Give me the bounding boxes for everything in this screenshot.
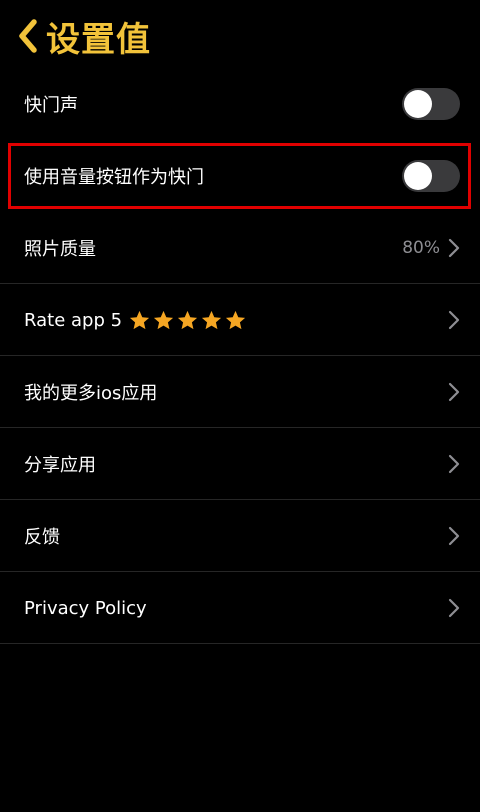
shutter-sound-toggle[interactable]	[402, 88, 460, 120]
privacy-policy-label: Privacy Policy	[24, 597, 147, 619]
setting-row-shutter-sound: 快门声	[0, 68, 480, 140]
chevron-left-icon	[19, 19, 37, 53]
chevron-right-icon	[448, 598, 460, 618]
feedback-label: 反馈	[24, 527, 60, 548]
star-icon	[177, 310, 198, 329]
setting-row-more-apps[interactable]: 我的更多ios应用	[0, 356, 480, 428]
setting-row-rate-app[interactable]: Rate app 5	[0, 284, 480, 356]
setting-row-privacy-policy[interactable]: Privacy Policy	[0, 572, 480, 644]
list-end-divider	[0, 643, 480, 644]
star-icon	[225, 310, 246, 329]
setting-row-share-app[interactable]: 分享应用	[0, 428, 480, 500]
shutter-sound-label: 快门声	[24, 95, 78, 116]
setting-row-volume-shutter: 使用音量按钮作为快门	[0, 140, 480, 212]
star-icon	[129, 310, 150, 329]
back-button[interactable]	[14, 16, 40, 56]
rating-stars	[128, 309, 247, 332]
navigation-header: 设置值	[0, 0, 480, 72]
chevron-right-icon	[448, 238, 460, 258]
volume-shutter-label: 使用音量按钮作为快门	[24, 167, 204, 188]
toggle-knob	[404, 162, 432, 190]
chevron-right-icon	[448, 526, 460, 546]
chevron-right-icon	[448, 454, 460, 474]
photo-quality-label: 照片质量	[24, 239, 96, 260]
settings-list: 快门声 使用音量按钮作为快门 照片质量 80% Rate app 5 我的更多i…	[0, 68, 480, 644]
page-title: 设置值	[46, 19, 151, 60]
star-icon	[153, 310, 174, 329]
toggle-knob	[404, 90, 432, 118]
more-apps-label: 我的更多ios应用	[24, 383, 158, 404]
volume-shutter-toggle[interactable]	[402, 160, 460, 192]
chevron-right-icon	[448, 382, 460, 402]
setting-row-photo-quality[interactable]: 照片质量 80%	[0, 212, 480, 284]
chevron-right-icon	[448, 310, 460, 330]
setting-row-feedback[interactable]: 反馈	[0, 500, 480, 572]
rate-app-label: Rate app 5	[24, 309, 123, 331]
star-icon	[201, 310, 222, 329]
share-app-label: 分享应用	[24, 455, 96, 476]
photo-quality-value: 80%	[402, 238, 440, 258]
